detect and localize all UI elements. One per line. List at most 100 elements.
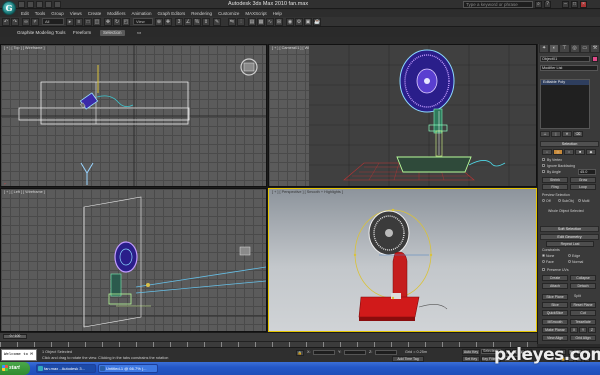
minimize-icon[interactable]: –	[562, 1, 569, 8]
maximize-icon[interactable]: □	[571, 1, 578, 8]
reset-plane-button[interactable]: Reset Plane	[570, 302, 596, 308]
angle-snap-icon[interactable]: ∠	[184, 18, 192, 26]
constraint-edge-radio[interactable]	[568, 254, 571, 257]
time-slider[interactable]: 0 / 100	[3, 334, 27, 339]
slice-plane-button[interactable]: Slice Plane	[542, 294, 568, 300]
remove-modifier-icon[interactable]: ⌫	[573, 131, 583, 137]
grid-align-button[interactable]: Grid Align	[570, 335, 596, 341]
material-editor-icon[interactable]: ◉	[286, 18, 294, 26]
selection-rollout[interactable]: Selection	[540, 141, 599, 147]
constraint-none-radio[interactable]	[542, 254, 545, 257]
menu-group[interactable]: Group	[48, 11, 67, 16]
grow-button[interactable]: Grow	[570, 177, 596, 183]
menu-edit[interactable]: Edit	[18, 11, 32, 16]
viewport-left[interactable]: [ + ] [ Left ] [ Wireframe ]	[0, 188, 267, 332]
attach-button[interactable]: Attach	[542, 283, 568, 289]
vertex-mode-icon[interactable]: ∴	[542, 149, 552, 155]
utilities-tab-icon[interactable]: ⚒	[589, 44, 600, 53]
preview-subobj-radio[interactable]	[558, 199, 561, 202]
pin-stack-icon[interactable]: ⊥	[540, 131, 550, 137]
open-file-icon[interactable]	[27, 1, 34, 8]
selection-filter-dropdown[interactable]: All	[42, 18, 64, 25]
loop-button[interactable]: Loop	[570, 184, 596, 190]
tab-graphite-modeling-tools[interactable]: Graphite Modeling Tools	[14, 30, 68, 36]
slice-button[interactable]: Slice	[542, 302, 568, 308]
polygon-mode-icon[interactable]: ■	[575, 149, 585, 155]
close-icon[interactable]: ×	[580, 1, 587, 8]
maxscript-text[interactable]: Welcome to M	[4, 353, 33, 357]
menu-create[interactable]: Create	[85, 11, 105, 16]
rendered-frame-icon[interactable]: ▣	[304, 18, 312, 26]
render-setup-icon[interactable]: ⚙	[295, 18, 303, 26]
auto-key-button[interactable]: Auto Key	[462, 349, 480, 355]
link-icon[interactable]: ∞	[22, 18, 30, 26]
align-icon[interactable]: ⫶	[237, 18, 245, 26]
preview-off-radio[interactable]	[542, 199, 545, 202]
menu-customize[interactable]: Customize	[215, 11, 242, 16]
select-rotate-icon[interactable]: ↻	[113, 18, 121, 26]
tab-selection[interactable]: Selection	[100, 30, 125, 36]
menu-views[interactable]: Views	[67, 11, 85, 16]
create-tab-icon[interactable]: ✦	[539, 44, 550, 53]
menu-graph-editors[interactable]: Graph Editors	[155, 11, 189, 16]
angle-spinner[interactable]: 45.0	[578, 169, 596, 175]
tessellate-button[interactable]: Tessellate	[570, 319, 596, 325]
quickslice-button[interactable]: QuickSlice	[542, 310, 568, 316]
planar-y-button[interactable]: Y	[579, 327, 587, 333]
search-input[interactable]: Type a keyword or phrase	[463, 1, 533, 8]
viewport-camera[interactable]: [ + ] [ Camera01 ] [ Wireframe ]	[268, 44, 537, 187]
show-end-result-icon[interactable]: |	[551, 131, 561, 137]
pivot-center-icon[interactable]: ⊕	[155, 18, 163, 26]
help-icon[interactable]: ?	[544, 1, 551, 8]
stack-item-editable-poly[interactable]: Editable Poly	[541, 80, 589, 85]
menu-rendering[interactable]: Rendering	[188, 11, 215, 16]
ribbon-options-icon[interactable]: ▭	[134, 30, 144, 36]
redo-button[interactable]: ↷	[11, 18, 19, 26]
make-unique-icon[interactable]: ∀	[562, 131, 572, 137]
manipulate-icon[interactable]: ✚	[164, 18, 172, 26]
curve-editor-icon[interactable]: ∿	[266, 18, 274, 26]
tab-freeform[interactable]: Freeform	[70, 30, 94, 36]
render-production-icon[interactable]: ☕	[313, 18, 321, 26]
planar-x-button[interactable]: X	[570, 327, 578, 333]
ignore-backfacing-checkbox[interactable]	[542, 164, 545, 167]
rectangular-selection-icon[interactable]: □	[84, 18, 92, 26]
window-crossing-icon[interactable]: ◫	[93, 18, 101, 26]
constraint-face-radio[interactable]	[542, 260, 545, 263]
soft-selection-rollout[interactable]: Soft Selection	[540, 226, 599, 232]
modify-tab-icon[interactable]: ◐	[549, 44, 560, 53]
percent-snap-icon[interactable]: %	[193, 18, 201, 26]
taskbar-item-photoshop[interactable]: Untitled-1 @ 66.7% (...	[98, 364, 158, 373]
snaps-toggle-icon[interactable]: 3	[175, 18, 183, 26]
select-by-name-icon[interactable]: ≡	[75, 18, 83, 26]
schematic-view-icon[interactable]: ⊞	[275, 18, 283, 26]
edit-geometry-rollout[interactable]: Edit Geometry	[540, 234, 599, 240]
by-angle-checkbox[interactable]	[542, 170, 545, 173]
reference-coordinate-dropdown[interactable]: View	[133, 18, 153, 25]
modifier-stack-list[interactable]: Editable Poly	[540, 79, 590, 129]
select-move-icon[interactable]: ✥	[104, 18, 112, 26]
ring-button[interactable]: Ring	[542, 184, 568, 190]
collapse-button[interactable]: Collapse	[570, 275, 596, 281]
msmooth-button[interactable]: MSmooth	[542, 319, 568, 325]
preview-multi-radio[interactable]	[578, 199, 581, 202]
motion-tab-icon[interactable]: ◎	[569, 44, 580, 53]
preserve-uvs-checkbox[interactable]	[542, 268, 545, 271]
undo-icon[interactable]	[45, 1, 52, 8]
viewport-top[interactable]: [ + ] [ Top ] [ Wireframe ] ⌐	[0, 44, 267, 187]
save-file-icon[interactable]	[36, 1, 43, 8]
repeat-last-button[interactable]: Repeat Last	[546, 241, 594, 247]
app-logo-icon[interactable]: G	[2, 1, 16, 15]
y-coord-field[interactable]	[344, 350, 366, 355]
menu-animation[interactable]: Animation	[129, 11, 155, 16]
object-name-field[interactable]: Object01	[540, 56, 590, 62]
make-planar-button[interactable]: Make Planar	[542, 327, 568, 333]
new-file-icon[interactable]	[18, 1, 25, 8]
viewport-perspective[interactable]: [ + ] [ Perspective ] [ Smooth + Highlig…	[268, 188, 537, 332]
start-button[interactable]: start	[0, 362, 30, 375]
select-scale-icon[interactable]: ◰	[122, 18, 130, 26]
create-button[interactable]: Create	[542, 275, 568, 281]
modifier-list-dropdown[interactable]: Modifier List	[540, 65, 598, 71]
redo-icon[interactable]	[54, 1, 61, 8]
menu-tools[interactable]: Tools	[32, 11, 49, 16]
